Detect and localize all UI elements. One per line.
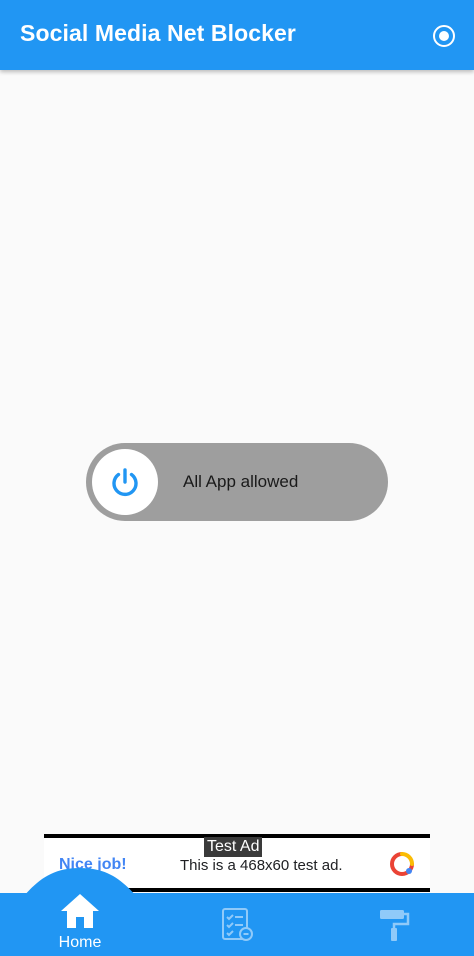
- ad-text: This is a 468x60 test ad.: [180, 857, 343, 874]
- toggle-label: All App allowed: [183, 472, 299, 491]
- record-button[interactable]: [430, 22, 458, 50]
- nav-item-theme[interactable]: [375, 906, 413, 944]
- test-ad-tag: Test Ad: [204, 837, 263, 857]
- app-bar: Social Media Net Blocker: [0, 0, 474, 70]
- ad-headline: Nice job!: [59, 856, 127, 873]
- checklist-icon: [222, 908, 253, 941]
- nav-home-label: Home: [58, 934, 102, 951]
- nav-item-home[interactable]: Home: [40, 892, 120, 956]
- toggle-knob[interactable]: [92, 449, 158, 515]
- paint-roller-icon: [380, 910, 410, 941]
- app-title: Social Media Net Blocker: [20, 20, 296, 46]
- nav-item-checklist[interactable]: [218, 906, 256, 944]
- power-icon: [112, 468, 138, 497]
- adchoices-logo-icon: [390, 852, 414, 876]
- home-icon: [61, 894, 99, 928]
- block-toggle[interactable]: All App allowed: [86, 443, 388, 521]
- record-icon: [433, 25, 455, 47]
